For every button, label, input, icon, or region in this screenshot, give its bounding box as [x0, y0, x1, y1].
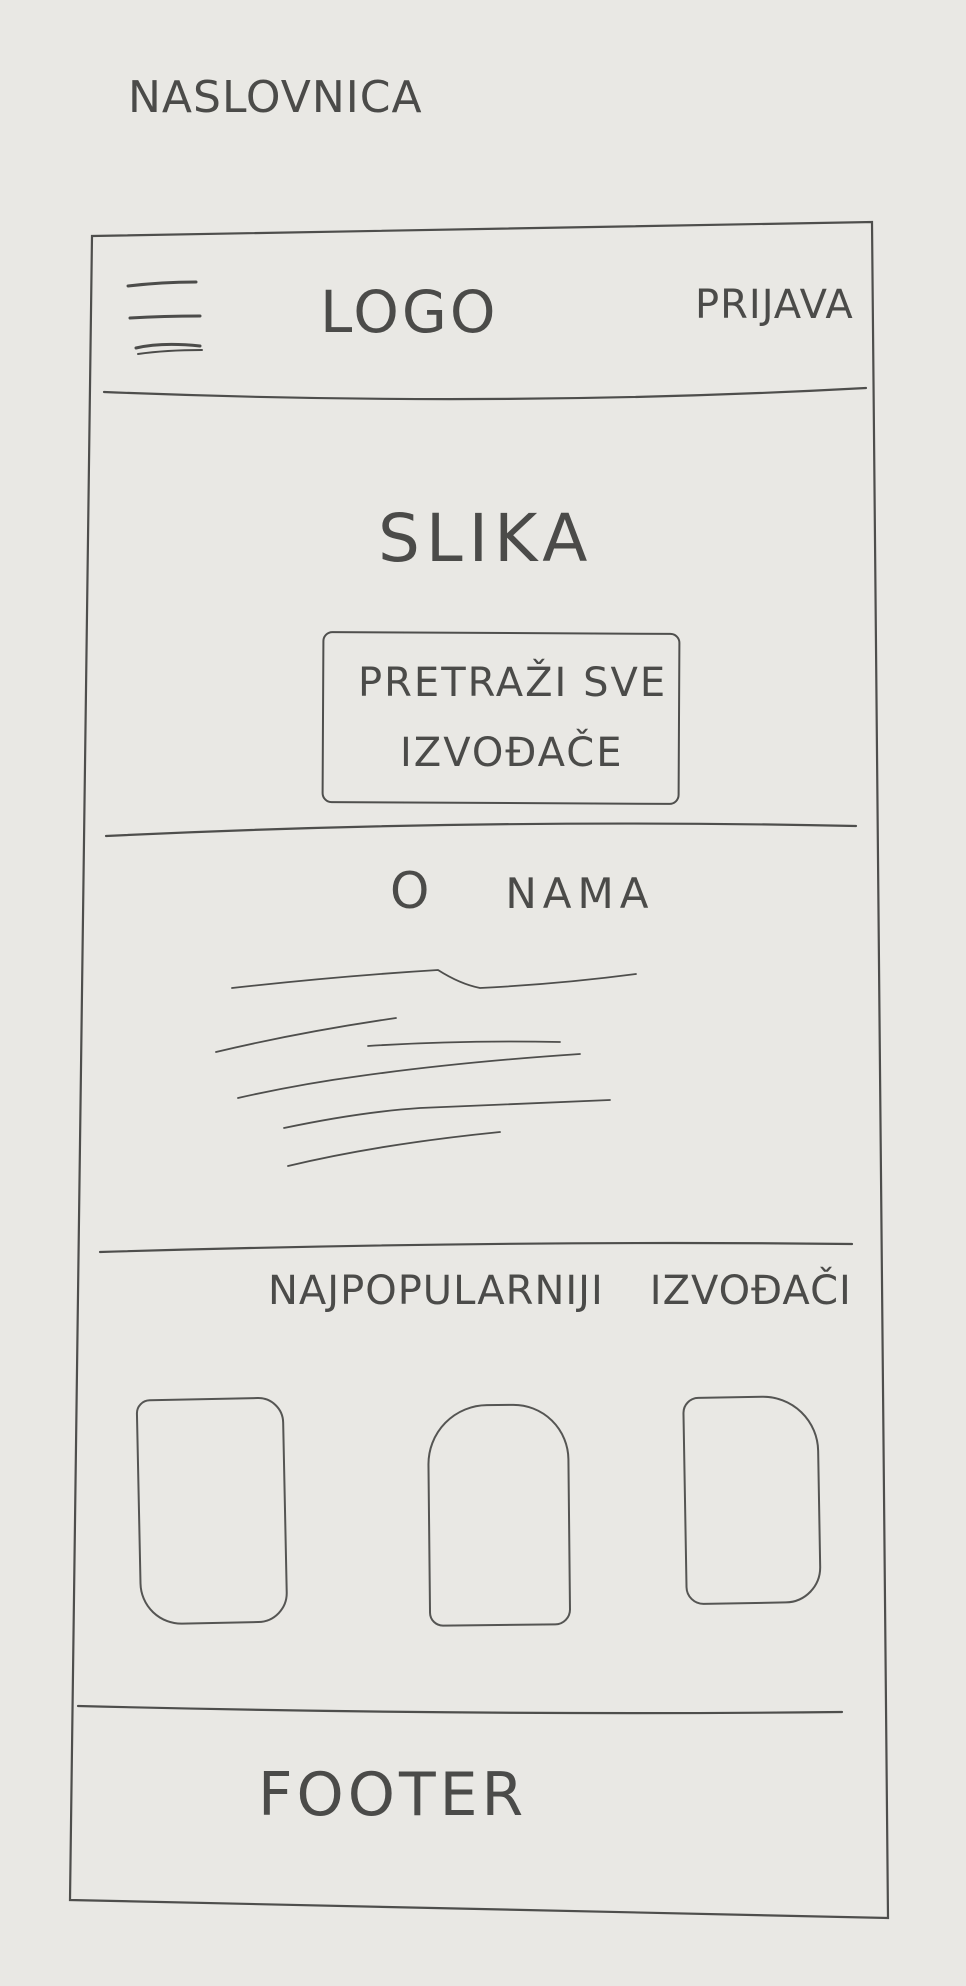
popular-heading-word-2: IZVOĐAČI [649, 1268, 852, 1314]
frame-outline [68, 220, 890, 1920]
performer-card[interactable] [135, 1396, 289, 1626]
hamburger-menu-icon[interactable] [122, 276, 208, 360]
logo[interactable]: LOGO [320, 278, 499, 346]
page-title: NASLOVNICA [128, 72, 423, 123]
popular-heading-word-1: NAJPOPULARNIJI [268, 1268, 604, 1314]
hero-divider [104, 822, 858, 838]
popular-divider [76, 1704, 844, 1715]
about-text-scribbles [215, 969, 637, 1167]
search-button-label-line-2: IZVOĐAČE [400, 730, 624, 776]
footer: FOOTER [258, 1760, 528, 1830]
performer-card[interactable] [426, 1403, 572, 1627]
header-divider [102, 386, 868, 401]
about-us-heading-letter: O [390, 862, 436, 920]
performer-card[interactable] [682, 1394, 822, 1606]
about-divider [98, 1241, 854, 1254]
about-us-heading: O NAMA [390, 862, 654, 920]
about-us-heading-word: NAMA [505, 869, 655, 918]
search-button-label-line-1: PRETRAŽI SVE [358, 660, 668, 706]
search-artists-button[interactable] [321, 631, 681, 805]
popular-performers-heading: NAJPOPULARNIJI IZVOĐAČI [268, 1268, 852, 1314]
hero-image-placeholder: SLIKA [378, 500, 594, 577]
login-link[interactable]: PRIJAVA [695, 282, 854, 328]
